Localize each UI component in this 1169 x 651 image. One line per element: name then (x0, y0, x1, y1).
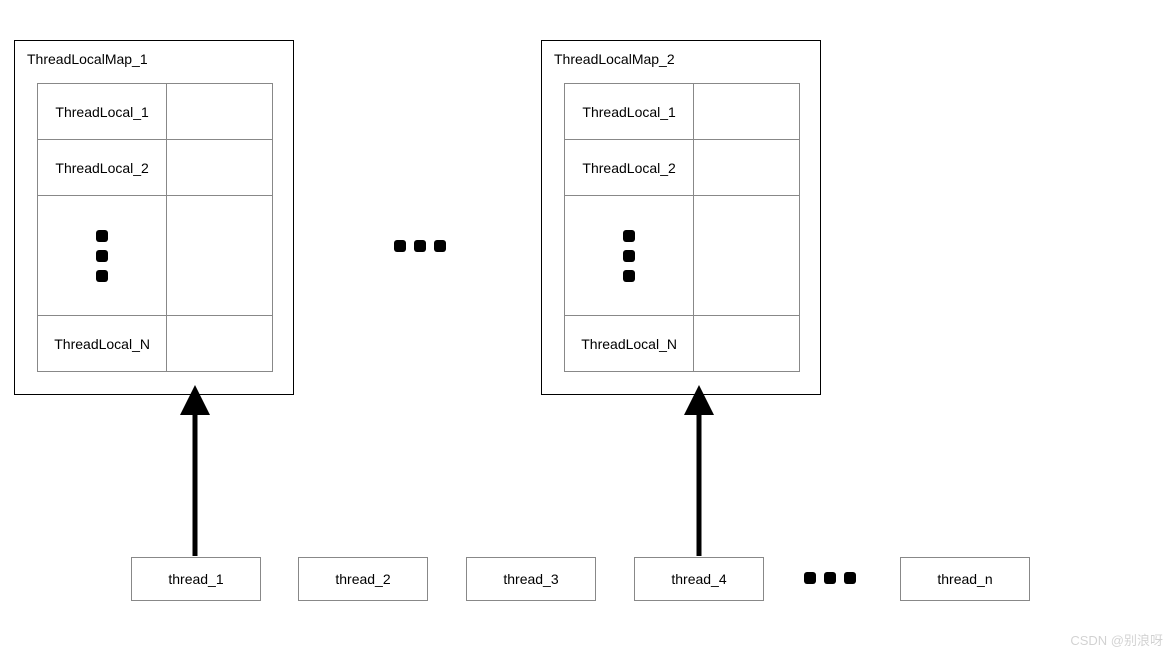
cell-value (167, 140, 273, 196)
horizontal-ellipsis-icon (804, 572, 856, 584)
table-row: ThreadLocal_1 (38, 84, 273, 140)
threadlocalmap-1: ThreadLocalMap_1 ThreadLocal_1 ThreadLoc… (14, 40, 294, 395)
cell-key: ThreadLocal_2 (38, 140, 167, 196)
cell-value (167, 196, 273, 316)
thread-box-1: thread_1 (131, 557, 261, 601)
vertical-ellipsis-icon (566, 230, 692, 282)
watermark: CSDN @别浪呀 (1070, 630, 1163, 649)
threadlocalmap-2-table: ThreadLocal_1 ThreadLocal_2 ThreadLocal_… (564, 83, 800, 372)
cell-value (694, 84, 800, 140)
vertical-ellipsis-icon (39, 230, 165, 282)
cell-key (565, 196, 694, 316)
thread-box-n: thread_n (900, 557, 1030, 601)
table-row: ThreadLocal_N (38, 316, 273, 372)
table-row (38, 196, 273, 316)
cell-key: ThreadLocal_1 (38, 84, 167, 140)
table-row: ThreadLocal_N (565, 316, 800, 372)
threadlocalmap-2: ThreadLocalMap_2 ThreadLocal_1 ThreadLoc… (541, 40, 821, 395)
thread-label: thread_4 (671, 571, 726, 587)
thread-label: thread_n (937, 571, 992, 587)
cell-value (167, 316, 273, 372)
thread-label: thread_2 (335, 571, 390, 587)
thread-box-3: thread_3 (466, 557, 596, 601)
threadlocalmap-2-title: ThreadLocalMap_2 (554, 51, 675, 67)
table-row: ThreadLocal_1 (565, 84, 800, 140)
cell-value (694, 140, 800, 196)
thread-box-4: thread_4 (634, 557, 764, 601)
thread-box-2: thread_2 (298, 557, 428, 601)
table-row: ThreadLocal_2 (565, 140, 800, 196)
cell-key: ThreadLocal_N (38, 316, 167, 372)
table-row (565, 196, 800, 316)
thread-label: thread_3 (503, 571, 558, 587)
horizontal-ellipsis-icon (394, 240, 446, 252)
cell-value (167, 84, 273, 140)
cell-value (694, 316, 800, 372)
cell-key: ThreadLocal_N (565, 316, 694, 372)
cell-key (38, 196, 167, 316)
cell-key: ThreadLocal_1 (565, 84, 694, 140)
threadlocalmap-1-table: ThreadLocal_1 ThreadLocal_2 ThreadLocal_… (37, 83, 273, 372)
cell-key: ThreadLocal_2 (565, 140, 694, 196)
table-row: ThreadLocal_2 (38, 140, 273, 196)
thread-label: thread_1 (168, 571, 223, 587)
threadlocalmap-1-title: ThreadLocalMap_1 (27, 51, 148, 67)
cell-value (694, 196, 800, 316)
